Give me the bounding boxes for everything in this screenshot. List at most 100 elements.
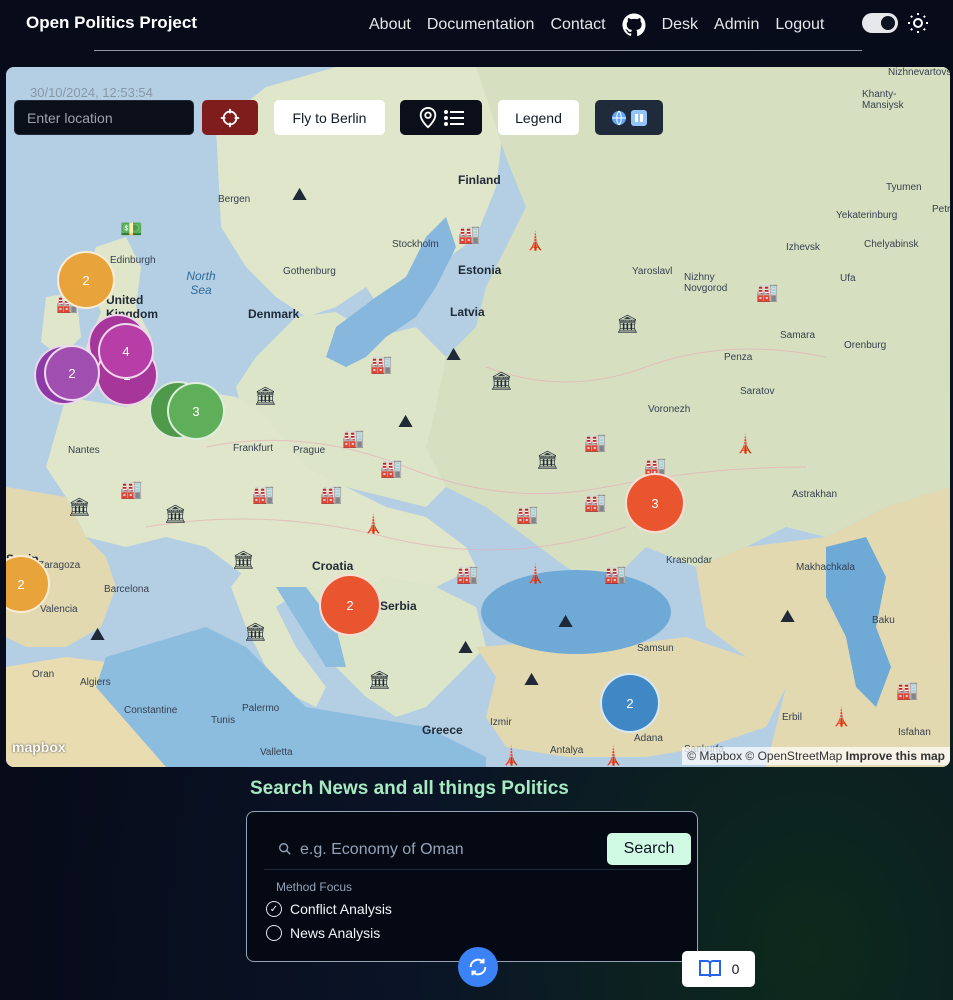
location-list-button[interactable] bbox=[400, 100, 482, 135]
map-cluster[interactable]: 4 bbox=[98, 323, 154, 379]
nav-divider bbox=[94, 50, 862, 51]
tower-icon: 🗼 bbox=[362, 514, 385, 534]
map-cluster[interactable]: 2 bbox=[319, 574, 381, 636]
factory-icon: 🏭 bbox=[370, 354, 393, 374]
protest-icon: ⛰ bbox=[780, 606, 796, 626]
bookmark-count: 0 bbox=[731, 961, 740, 977]
globe-pause-button[interactable] bbox=[595, 100, 663, 135]
building-icon: 🏛 bbox=[368, 670, 391, 690]
label-palermo: Palermo bbox=[242, 703, 280, 714]
label-north-sea: North Sea bbox=[186, 269, 216, 297]
label-tunis: Tunis bbox=[211, 715, 236, 726]
nav-desk[interactable]: Desk bbox=[662, 16, 698, 34]
label-serbia: Serbia bbox=[380, 599, 417, 613]
label-samara: Samara bbox=[780, 330, 816, 341]
factory-icon: 🏭 bbox=[584, 492, 607, 512]
tower-icon: 🗼 bbox=[830, 707, 853, 727]
globe-icon bbox=[612, 110, 626, 125]
factory-icon: 🏭 bbox=[320, 484, 343, 504]
building-icon: 🏛 bbox=[490, 371, 513, 391]
protest-icon: ⛰ bbox=[90, 624, 106, 644]
option-label: Conflict Analysis bbox=[290, 901, 392, 917]
protest-icon: ⛰ bbox=[458, 637, 474, 657]
label-yekaterinburg: Yekaterinburg bbox=[836, 210, 898, 221]
mapbox-logo[interactable]: mapbox bbox=[12, 739, 66, 755]
theme-toggle[interactable] bbox=[862, 13, 898, 33]
factory-icon: 🏭 bbox=[516, 504, 539, 524]
option-label: News Analysis bbox=[290, 925, 381, 941]
map-cluster[interactable]: 2 bbox=[44, 345, 100, 401]
nav-admin[interactable]: Admin bbox=[714, 16, 759, 34]
factory-icon: 🏭 bbox=[380, 458, 403, 478]
factory-icon: 🏭 bbox=[896, 680, 919, 700]
map-cluster[interactable]: 2 bbox=[57, 251, 115, 309]
map-attribution: © Mapbox © OpenStreetMap Improve this ma… bbox=[682, 747, 950, 765]
label-baku: Baku bbox=[872, 615, 895, 626]
search-title: Search News and all things Politics bbox=[250, 778, 569, 799]
label-latvia: Latvia bbox=[450, 305, 485, 319]
factory-icon: 🏭 bbox=[456, 564, 479, 584]
nav-about[interactable]: About bbox=[369, 16, 411, 34]
label-isfahan: Isfahan bbox=[898, 727, 931, 738]
label-izhevsk: Izhevsk bbox=[786, 242, 820, 253]
refresh-icon bbox=[469, 958, 487, 976]
search-input[interactable] bbox=[300, 836, 580, 864]
tower-icon: 🗼 bbox=[524, 564, 547, 584]
github-icon[interactable] bbox=[622, 13, 646, 37]
label-denmark: Denmark bbox=[248, 307, 300, 321]
top-nav: Open Politics Project About Documentatio… bbox=[0, 0, 953, 52]
map-cluster[interactable]: 2 bbox=[600, 673, 660, 733]
map-timestamp: 30/10/2024, 12:53:54 bbox=[30, 85, 153, 100]
locate-button[interactable] bbox=[202, 100, 258, 135]
option-news-analysis[interactable]: News Analysis bbox=[266, 925, 380, 941]
crosshair-icon bbox=[220, 108, 240, 127]
sun-icon[interactable] bbox=[906, 11, 930, 35]
refresh-button[interactable] bbox=[458, 947, 498, 987]
factory-icon: 🏭 bbox=[120, 479, 143, 499]
location-input[interactable] bbox=[14, 100, 194, 135]
tower-icon: 🗼 bbox=[500, 746, 523, 766]
label-tyumen: Tyumen bbox=[886, 182, 922, 193]
tower-icon: 🗼 bbox=[602, 746, 625, 766]
check-circle-icon: ✓ bbox=[266, 901, 282, 917]
nav-contact[interactable]: Contact bbox=[550, 16, 605, 34]
label-makhachkala: Makhachkala bbox=[796, 562, 855, 573]
factory-icon: 🏭 bbox=[756, 282, 779, 302]
toggle-knob bbox=[881, 16, 895, 30]
option-conflict-analysis[interactable]: ✓ Conflict Analysis bbox=[266, 901, 392, 917]
bookmarks-button[interactable]: 0 bbox=[682, 951, 755, 987]
protest-icon: ⛰ bbox=[524, 669, 540, 689]
label-nizhny-novgorod: Nizhny Novgorod bbox=[684, 272, 728, 294]
label-izmir: Izmir bbox=[490, 717, 512, 728]
method-focus-label: Method Focus bbox=[276, 880, 353, 894]
search-button[interactable]: Search bbox=[607, 833, 691, 865]
label-finland: Finland bbox=[458, 173, 501, 187]
label-gothenburg: Gothenburg bbox=[283, 266, 336, 277]
fly-to-berlin-button[interactable]: Fly to Berlin bbox=[274, 100, 385, 135]
map-canvas[interactable]: 30/10/2024, 12:53:54 Fly to Berlin Legen… bbox=[6, 67, 950, 767]
search-row: Search bbox=[264, 832, 691, 870]
label-adana: Adana bbox=[634, 733, 663, 744]
label-barcelona: Barcelona bbox=[104, 584, 150, 595]
label-nantes: Nantes bbox=[68, 445, 100, 456]
label-saratov: Saratov bbox=[740, 386, 775, 397]
nav-logout[interactable]: Logout bbox=[775, 16, 824, 34]
tower-icon: 🗼 bbox=[524, 231, 547, 251]
map-cluster[interactable]: 3 bbox=[167, 382, 225, 440]
building-icon: 🏛 bbox=[254, 386, 277, 406]
label-algiers: Algiers bbox=[80, 677, 111, 688]
label-chelyabinsk: Chelyabinsk bbox=[864, 239, 919, 250]
nav-documentation[interactable]: Documentation bbox=[427, 16, 535, 34]
map-cluster[interactable]: 3 bbox=[625, 473, 685, 533]
brand-title[interactable]: Open Politics Project bbox=[26, 13, 197, 33]
improve-map-link[interactable]: Improve this map bbox=[846, 749, 945, 763]
building-icon: 🏛 bbox=[536, 450, 559, 470]
label-ufa: Ufa bbox=[840, 273, 856, 284]
factory-icon: 🏭 bbox=[458, 224, 481, 244]
attribution-text[interactable]: © Mapbox © OpenStreetMap bbox=[687, 749, 842, 763]
label-stockholm: Stockholm bbox=[392, 239, 439, 250]
pause-icon bbox=[631, 109, 647, 126]
label-astrakhan: Astrakhan bbox=[792, 489, 838, 500]
label-krasnodar: Krasnodar bbox=[666, 555, 713, 566]
legend-button[interactable]: Legend bbox=[498, 100, 579, 135]
